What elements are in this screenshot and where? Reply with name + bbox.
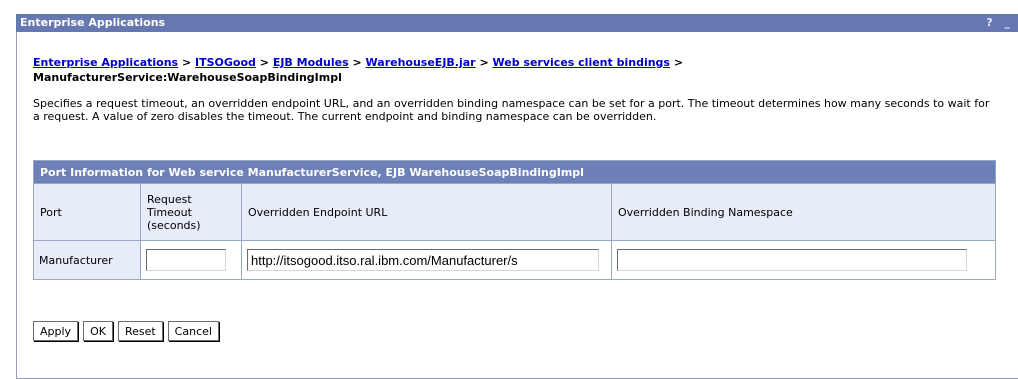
port-name-cell: Manufacturer <box>33 240 141 280</box>
breadcrumb-separator: > <box>259 56 269 69</box>
column-header-port: Port <box>33 183 141 241</box>
table-caption: Port Information for Web service Manufac… <box>33 160 996 184</box>
window-title-bar: Enterprise Applications ? _ <box>16 14 1018 32</box>
breadcrumb: Enterprise Applications > ITSOGood > EJB… <box>33 55 993 85</box>
request-timeout-input[interactable] <box>146 249 226 271</box>
endpoint-cell <box>241 240 612 280</box>
table-row: Manufacturer <box>33 240 996 280</box>
breadcrumb-separator: > <box>181 56 192 69</box>
cancel-button[interactable]: Cancel <box>167 321 219 341</box>
ok-button[interactable]: OK <box>83 321 113 341</box>
endpoint-url-input[interactable] <box>247 249 599 271</box>
apply-button[interactable]: Apply <box>33 321 79 341</box>
page-description: Specifies a request timeout, an overridd… <box>33 97 990 123</box>
reset-button[interactable]: Reset <box>117 321 163 341</box>
breadcrumb-link-itsogood[interactable]: ITSOGood <box>195 56 256 69</box>
breadcrumb-link-warehouseejb-jar[interactable]: WarehouseEJB.jar <box>366 56 476 69</box>
binding-namespace-input[interactable] <box>617 249 967 271</box>
column-header-binding-namespace: Overridden Binding Namespace <box>611 183 996 241</box>
port-information-table: Port Information for Web service Manufac… <box>33 160 996 280</box>
column-header-request-timeout: Request Timeout (seconds) <box>140 183 242 241</box>
breadcrumb-separator: > <box>479 56 489 69</box>
breadcrumb-link-enterprise-applications[interactable]: Enterprise Applications <box>33 56 178 69</box>
action-buttons: Apply OK Reset Cancel <box>33 321 219 341</box>
timeout-cell <box>140 240 242 280</box>
breadcrumb-current: ManufacturerService:WarehouseSoapBinding… <box>33 71 342 84</box>
breadcrumb-link-ejb-modules[interactable]: EJB Modules <box>273 56 349 69</box>
column-header-endpoint-url: Overridden Endpoint URL <box>241 183 612 241</box>
breadcrumb-separator: > <box>352 56 362 69</box>
window-title: Enterprise Applications <box>20 16 166 29</box>
namespace-cell <box>611 240 996 280</box>
breadcrumb-link-web-services-client-bindings[interactable]: Web services client bindings <box>493 56 670 69</box>
breadcrumb-separator: > <box>673 56 684 69</box>
help-minimize-icons[interactable]: ? _ <box>986 14 1014 32</box>
